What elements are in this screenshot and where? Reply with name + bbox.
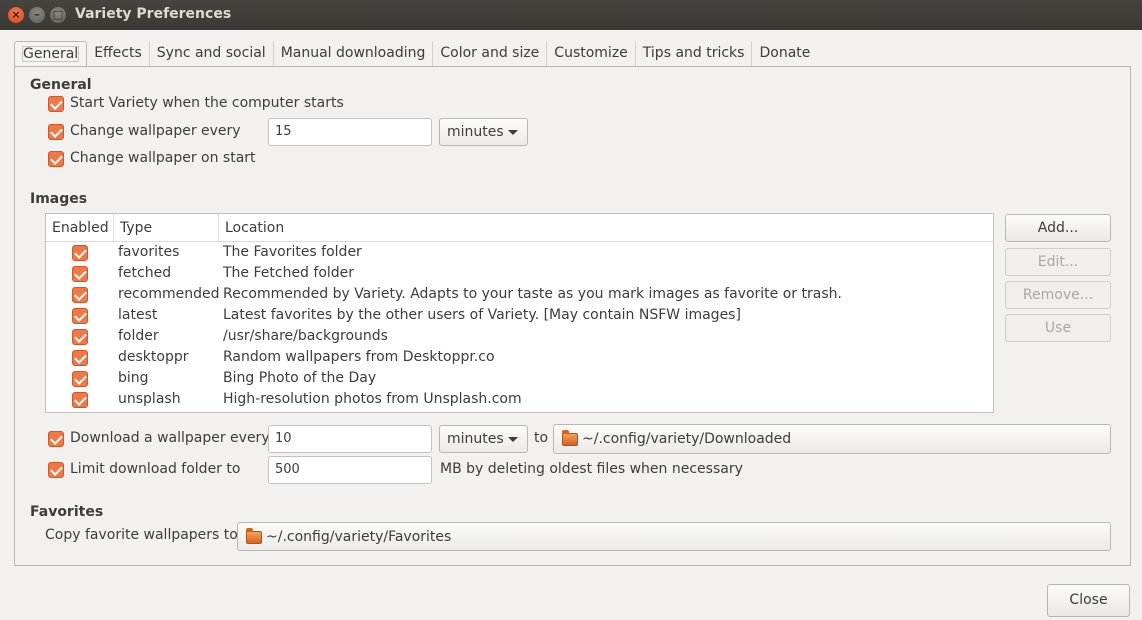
limit-download-label: Limit download folder to: [70, 461, 241, 477]
start-on-login-label: Start Variety when the computer starts: [70, 95, 344, 111]
tab-color-and-size[interactable]: Color and size: [433, 41, 548, 67]
source-location: High-resolution photos from Unsplash.com: [223, 391, 522, 407]
general-tab-panel: General Start Variety when the computer …: [14, 66, 1131, 566]
remove-source-button[interactable]: Remove...: [1005, 281, 1111, 309]
source-location: The Fetched folder: [223, 265, 355, 281]
source-type: folder: [118, 328, 159, 344]
change-every-label: Change wallpaper every: [70, 123, 241, 139]
tab-manual-downloading[interactable]: Manual downloading: [274, 41, 434, 67]
download-every-label: Download a wallpaper every: [70, 430, 270, 446]
change-interval-input[interactable]: 15: [268, 118, 432, 146]
source-location: The Favorites folder: [223, 244, 362, 260]
table-row[interactable]: unsplash High-resolution photos from Uns…: [46, 390, 993, 411]
close-button[interactable]: Close: [1047, 584, 1130, 617]
source-location: Recommended by Variety. Adapts to your t…: [223, 286, 842, 302]
images-section-title: Images: [30, 191, 88, 207]
tab-effects[interactable]: Effects: [87, 41, 150, 67]
source-enabled-checkbox[interactable]: [72, 266, 88, 282]
change-on-start-label: Change wallpaper on start: [70, 150, 256, 166]
table-row[interactable]: bing Bing Photo of the Day: [46, 369, 993, 390]
table-row[interactable]: fetched The Fetched folder: [46, 264, 993, 285]
folder-icon: [246, 528, 262, 544]
change-interval-unit-select[interactable]: minutes: [439, 118, 528, 146]
download-interval-unit-value: minutes: [447, 431, 504, 447]
add-source-button[interactable]: Add...: [1005, 214, 1111, 242]
source-enabled-checkbox[interactable]: [72, 371, 88, 387]
use-source-button[interactable]: Use: [1005, 314, 1111, 342]
table-row[interactable]: latest Latest favorites by the other use…: [46, 306, 993, 327]
close-window-icon[interactable]: ×: [8, 7, 24, 23]
maximize-window-icon[interactable]: □: [50, 7, 66, 23]
limit-download-checkbox[interactable]: [48, 462, 64, 478]
change-on-start-checkbox[interactable]: [48, 151, 64, 167]
favorites-section-title: Favorites: [30, 504, 104, 520]
title-bar: × – □ Variety Preferences: [0, 0, 1142, 30]
source-location: Random wallpapers from Desktoppr.co: [223, 349, 495, 365]
tab-customize[interactable]: Customize: [547, 41, 636, 67]
start-on-login-checkbox[interactable]: [48, 96, 64, 112]
change-interval-unit-value: minutes: [447, 124, 504, 140]
chevron-down-icon: [508, 130, 518, 135]
source-enabled-checkbox[interactable]: [72, 392, 88, 408]
download-every-checkbox[interactable]: [48, 431, 64, 447]
table-row[interactable]: desktoppr Random wallpapers from Desktop…: [46, 348, 993, 369]
general-section-title: General: [30, 77, 92, 93]
source-type: desktoppr: [118, 349, 189, 365]
window-title: Variety Preferences: [75, 6, 232, 22]
minimize-window-icon[interactable]: –: [29, 7, 45, 23]
tab-sync-and-social[interactable]: Sync and social: [150, 41, 274, 67]
copy-favorites-label: Copy favorite wallpapers to: [45, 527, 238, 543]
limit-size-input[interactable]: 500: [268, 456, 432, 484]
download-folder-chooser[interactable]: ~/.config/variety/Downloaded: [553, 424, 1111, 454]
favorites-folder-path: ~/.config/variety/Favorites: [266, 529, 452, 545]
tab-tips-and-tricks[interactable]: Tips and tricks: [636, 41, 753, 67]
source-location: /usr/share/backgrounds: [223, 328, 388, 344]
table-row[interactable]: recommended Recommended by Variety. Adap…: [46, 285, 993, 306]
edit-source-button[interactable]: Edit...: [1005, 248, 1111, 276]
change-every-checkbox[interactable]: [48, 124, 64, 140]
source-type: bing: [118, 370, 149, 386]
source-location: Bing Photo of the Day: [223, 370, 377, 386]
source-enabled-checkbox[interactable]: [72, 308, 88, 324]
table-row[interactable]: folder /usr/share/backgrounds: [46, 327, 993, 348]
source-type: favorites: [118, 244, 180, 260]
favorites-folder-chooser[interactable]: ~/.config/variety/Favorites: [237, 522, 1111, 551]
column-header-enabled[interactable]: Enabled: [46, 214, 114, 242]
tab-general[interactable]: General: [14, 41, 88, 68]
source-type: unsplash: [118, 391, 181, 407]
folder-icon: [562, 430, 578, 446]
tab-donate[interactable]: Donate: [752, 41, 817, 67]
source-location: Latest favorites by the other users of V…: [223, 307, 741, 323]
source-type: latest: [118, 307, 158, 323]
column-header-location[interactable]: Location: [219, 214, 995, 242]
source-type: recommended: [118, 286, 220, 302]
download-interval-input[interactable]: 10: [268, 425, 432, 453]
download-to-label: to: [534, 430, 549, 446]
source-enabled-checkbox[interactable]: [72, 329, 88, 345]
source-type: fetched: [118, 265, 172, 281]
tab-bar: General Effects Sync and social Manual d…: [14, 41, 817, 68]
table-header: Enabled Type Location: [46, 214, 993, 242]
source-enabled-checkbox[interactable]: [72, 287, 88, 303]
column-header-type[interactable]: Type: [114, 214, 219, 242]
download-folder-path: ~/.config/variety/Downloaded: [582, 431, 792, 447]
download-interval-unit-select[interactable]: minutes: [439, 425, 528, 453]
source-enabled-checkbox[interactable]: [72, 245, 88, 261]
image-sources-table[interactable]: Enabled Type Location favorites The Favo…: [45, 213, 994, 413]
source-enabled-checkbox[interactable]: [72, 350, 88, 366]
chevron-down-icon: [508, 437, 518, 442]
limit-size-suffix: MB by deleting oldest files when necessa…: [440, 461, 743, 477]
table-row[interactable]: favorites The Favorites folder: [46, 243, 993, 264]
